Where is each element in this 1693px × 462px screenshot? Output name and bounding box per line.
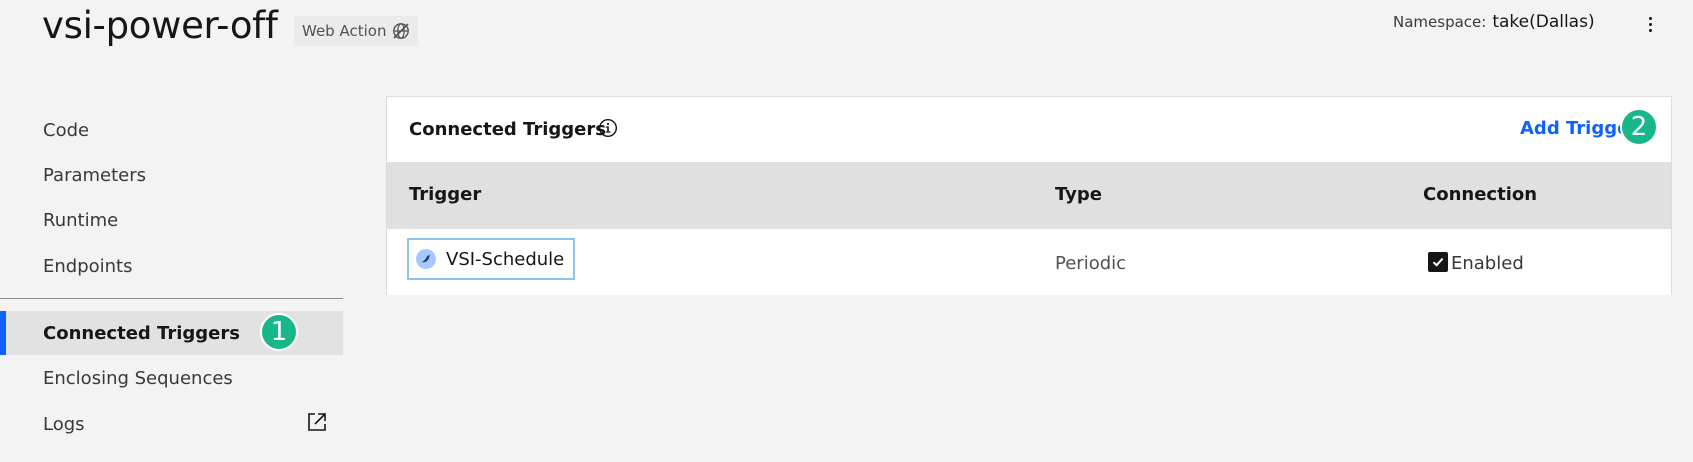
namespace-label: Namespace: <box>1393 13 1487 31</box>
sidebar-item-label: Connected Triggers <box>43 322 240 344</box>
table-row: VSI-Schedule Periodic Enabled <box>387 229 1671 295</box>
namespace-value: take(Dallas) <box>1492 12 1595 32</box>
trigger-icon <box>416 249 436 269</box>
trigger-link[interactable]: VSI-Schedule <box>407 238 576 280</box>
connected-triggers-panel: Connected Triggers Add Trigger Trigger T… <box>386 96 1672 295</box>
step-badge-1: 1 <box>260 313 298 351</box>
sidebar-item-endpoints[interactable]: Endpoints <box>0 244 343 288</box>
connection-checkbox[interactable] <box>1428 252 1448 272</box>
sidebar-item-code[interactable]: Code <box>0 108 343 152</box>
globe-off-icon <box>392 22 410 40</box>
info-icon[interactable] <box>598 118 618 142</box>
connection-status: Enabled <box>1451 253 1524 274</box>
sidebar-item-enclosing-sequences[interactable]: Enclosing Sequences <box>0 356 343 400</box>
checkmark-icon <box>1432 257 1444 267</box>
column-header-trigger[interactable]: Trigger <box>409 184 481 205</box>
overflow-menu-icon[interactable] <box>1640 11 1660 37</box>
sidebar-item-parameters[interactable]: Parameters <box>0 153 343 197</box>
sidebar: Code Parameters Runtime Endpoints Connec… <box>0 0 343 462</box>
panel-title: Connected Triggers <box>409 119 606 140</box>
external-link-icon[interactable] <box>306 411 328 437</box>
sidebar-item-runtime[interactable]: Runtime <box>0 198 343 242</box>
trigger-name: VSI-Schedule <box>446 248 565 270</box>
sidebar-divider <box>0 298 343 299</box>
column-header-type[interactable]: Type <box>1055 184 1102 205</box>
trigger-type: Periodic <box>1055 253 1127 274</box>
namespace-display: Namespace: take(Dallas) <box>1393 12 1595 32</box>
table-header: Trigger Type Connection <box>387 162 1671 229</box>
sidebar-item-logs[interactable]: Logs <box>0 402 343 446</box>
step-badge-2: 2 <box>1620 108 1658 146</box>
column-header-connection[interactable]: Connection <box>1423 184 1537 205</box>
